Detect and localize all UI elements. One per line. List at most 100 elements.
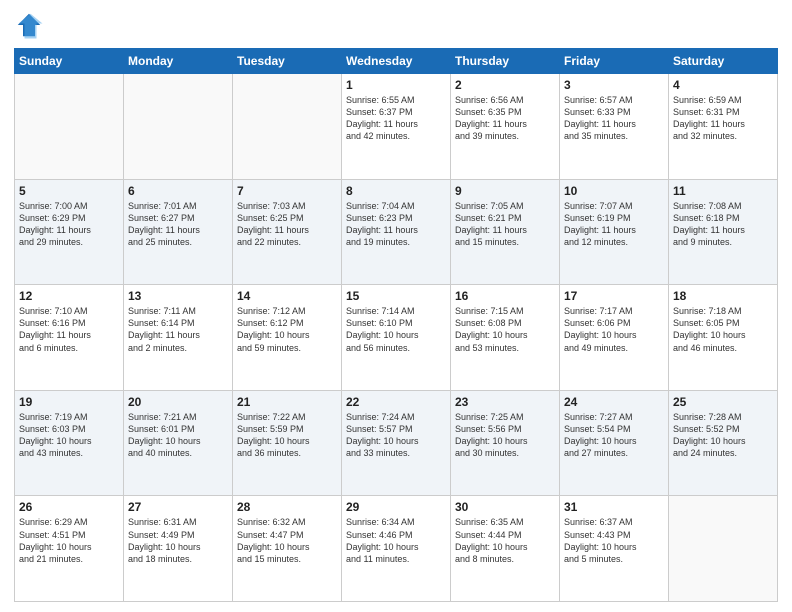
calendar-cell: 22 Sunrise: 7:24 AM Sunset: 5:57 PM Dayli…: [342, 390, 451, 496]
day-info: Sunrise: 7:03 AM Sunset: 6:25 PM Dayligh…: [237, 200, 337, 249]
day-info: Sunrise: 7:27 AM Sunset: 5:54 PM Dayligh…: [564, 411, 664, 460]
calendar-cell: 18 Sunrise: 7:18 AM Sunset: 6:05 PM Dayli…: [669, 285, 778, 391]
calendar-cell: 10 Sunrise: 7:07 AM Sunset: 6:19 PM Dayli…: [560, 179, 669, 285]
calendar-cell: 30 Sunrise: 6:35 AM Sunset: 4:44 PM Dayli…: [451, 496, 560, 602]
day-info: Sunrise: 6:56 AM Sunset: 6:35 PM Dayligh…: [455, 94, 555, 143]
day-info: Sunrise: 7:05 AM Sunset: 6:21 PM Dayligh…: [455, 200, 555, 249]
calendar-cell: 1 Sunrise: 6:55 AM Sunset: 6:37 PM Daylig…: [342, 74, 451, 180]
calendar-cell: 13 Sunrise: 7:11 AM Sunset: 6:14 PM Dayli…: [124, 285, 233, 391]
calendar-cell: 28 Sunrise: 6:32 AM Sunset: 4:47 PM Dayli…: [233, 496, 342, 602]
weekday-header-monday: Monday: [124, 49, 233, 74]
calendar-cell: 25 Sunrise: 7:28 AM Sunset: 5:52 PM Dayli…: [669, 390, 778, 496]
day-number: 14: [237, 289, 337, 303]
logo-icon: [14, 10, 44, 40]
weekday-header-thursday: Thursday: [451, 49, 560, 74]
day-number: 28: [237, 500, 337, 514]
day-info: Sunrise: 6:31 AM Sunset: 4:49 PM Dayligh…: [128, 516, 228, 565]
calendar-cell: 16 Sunrise: 7:15 AM Sunset: 6:08 PM Dayli…: [451, 285, 560, 391]
day-info: Sunrise: 7:15 AM Sunset: 6:08 PM Dayligh…: [455, 305, 555, 354]
calendar-cell: 12Sunrise: 7:10 AM Sunset: 6:16 PM Dayli…: [15, 285, 124, 391]
day-number: 1: [346, 78, 446, 92]
calendar-week-row: 19 Sunrise: 7:19 AM Sunset: 6:03 PM Dayli…: [15, 390, 778, 496]
day-number: 13: [128, 289, 228, 303]
day-number: 22: [346, 395, 446, 409]
calendar-cell: [669, 496, 778, 602]
day-info: Sunrise: 7:18 AM Sunset: 6:05 PM Dayligh…: [673, 305, 773, 354]
calendar-cell: 11 Sunrise: 7:08 AM Sunset: 6:18 PM Dayli…: [669, 179, 778, 285]
calendar-cell: 2Sunrise: 6:56 AM Sunset: 6:35 PM Daylig…: [451, 74, 560, 180]
calendar-cell: [233, 74, 342, 180]
day-number: 25: [673, 395, 773, 409]
day-info: Sunrise: 6:55 AM Sunset: 6:37 PM Dayligh…: [346, 94, 446, 143]
calendar-cell: 5 Sunrise: 7:00 AM Sunset: 6:29 PM Daylig…: [15, 179, 124, 285]
day-number: 10: [564, 184, 664, 198]
day-info: Sunrise: 6:59 AM Sunset: 6:31 PM Dayligh…: [673, 94, 773, 143]
day-info: Sunrise: 6:35 AM Sunset: 4:44 PM Dayligh…: [455, 516, 555, 565]
day-info: Sunrise: 6:37 AM Sunset: 4:43 PM Dayligh…: [564, 516, 664, 565]
calendar-week-row: 26Sunrise: 6:29 AM Sunset: 4:51 PM Dayli…: [15, 496, 778, 602]
day-info: Sunrise: 7:17 AM Sunset: 6:06 PM Dayligh…: [564, 305, 664, 354]
day-number: 11: [673, 184, 773, 198]
calendar-cell: 14 Sunrise: 7:12 AM Sunset: 6:12 PM Dayli…: [233, 285, 342, 391]
weekday-header-saturday: Saturday: [669, 49, 778, 74]
calendar-cell: 29 Sunrise: 6:34 AM Sunset: 4:46 PM Dayli…: [342, 496, 451, 602]
calendar-cell: 23 Sunrise: 7:25 AM Sunset: 5:56 PM Dayli…: [451, 390, 560, 496]
day-info: Sunrise: 6:29 AM Sunset: 4:51 PM Dayligh…: [19, 516, 119, 565]
calendar-week-row: 1 Sunrise: 6:55 AM Sunset: 6:37 PM Daylig…: [15, 74, 778, 180]
page: SundayMondayTuesdayWednesdayThursdayFrid…: [0, 0, 792, 612]
day-info: Sunrise: 7:28 AM Sunset: 5:52 PM Dayligh…: [673, 411, 773, 460]
weekday-header-wednesday: Wednesday: [342, 49, 451, 74]
day-number: 9: [455, 184, 555, 198]
day-number: 7: [237, 184, 337, 198]
day-number: 6: [128, 184, 228, 198]
day-number: 15: [346, 289, 446, 303]
calendar-cell: 7 Sunrise: 7:03 AM Sunset: 6:25 PM Daylig…: [233, 179, 342, 285]
day-number: 20: [128, 395, 228, 409]
day-info: Sunrise: 7:24 AM Sunset: 5:57 PM Dayligh…: [346, 411, 446, 460]
day-info: Sunrise: 7:01 AM Sunset: 6:27 PM Dayligh…: [128, 200, 228, 249]
day-info: Sunrise: 6:57 AM Sunset: 6:33 PM Dayligh…: [564, 94, 664, 143]
day-info: Sunrise: 7:11 AM Sunset: 6:14 PM Dayligh…: [128, 305, 228, 354]
day-number: 29: [346, 500, 446, 514]
day-info: Sunrise: 7:22 AM Sunset: 5:59 PM Dayligh…: [237, 411, 337, 460]
calendar-cell: 15 Sunrise: 7:14 AM Sunset: 6:10 PM Dayli…: [342, 285, 451, 391]
calendar-cell: 3 Sunrise: 6:57 AM Sunset: 6:33 PM Daylig…: [560, 74, 669, 180]
calendar-week-row: 12Sunrise: 7:10 AM Sunset: 6:16 PM Dayli…: [15, 285, 778, 391]
calendar-cell: 24Sunrise: 7:27 AM Sunset: 5:54 PM Dayli…: [560, 390, 669, 496]
calendar-cell: 21Sunrise: 7:22 AM Sunset: 5:59 PM Dayli…: [233, 390, 342, 496]
day-info: Sunrise: 7:19 AM Sunset: 6:03 PM Dayligh…: [19, 411, 119, 460]
calendar-cell: 9 Sunrise: 7:05 AM Sunset: 6:21 PM Daylig…: [451, 179, 560, 285]
calendar-cell: 4 Sunrise: 6:59 AM Sunset: 6:31 PM Daylig…: [669, 74, 778, 180]
day-info: Sunrise: 7:12 AM Sunset: 6:12 PM Dayligh…: [237, 305, 337, 354]
header: [14, 10, 778, 40]
day-info: Sunrise: 7:00 AM Sunset: 6:29 PM Dayligh…: [19, 200, 119, 249]
day-number: 16: [455, 289, 555, 303]
day-info: Sunrise: 7:08 AM Sunset: 6:18 PM Dayligh…: [673, 200, 773, 249]
weekday-header-row: SundayMondayTuesdayWednesdayThursdayFrid…: [15, 49, 778, 74]
calendar-cell: [124, 74, 233, 180]
day-number: 19: [19, 395, 119, 409]
day-number: 8: [346, 184, 446, 198]
weekday-header-sunday: Sunday: [15, 49, 124, 74]
day-info: Sunrise: 6:34 AM Sunset: 4:46 PM Dayligh…: [346, 516, 446, 565]
day-number: 31: [564, 500, 664, 514]
day-number: 5: [19, 184, 119, 198]
day-number: 23: [455, 395, 555, 409]
day-info: Sunrise: 6:32 AM Sunset: 4:47 PM Dayligh…: [237, 516, 337, 565]
day-info: Sunrise: 7:25 AM Sunset: 5:56 PM Dayligh…: [455, 411, 555, 460]
calendar-cell: 19 Sunrise: 7:19 AM Sunset: 6:03 PM Dayli…: [15, 390, 124, 496]
calendar-table: SundayMondayTuesdayWednesdayThursdayFrid…: [14, 48, 778, 602]
day-number: 18: [673, 289, 773, 303]
day-number: 17: [564, 289, 664, 303]
day-info: Sunrise: 7:10 AM Sunset: 6:16 PM Dayligh…: [19, 305, 119, 354]
day-info: Sunrise: 7:14 AM Sunset: 6:10 PM Dayligh…: [346, 305, 446, 354]
weekday-header-tuesday: Tuesday: [233, 49, 342, 74]
calendar-cell: 17 Sunrise: 7:17 AM Sunset: 6:06 PM Dayli…: [560, 285, 669, 391]
calendar-week-row: 5 Sunrise: 7:00 AM Sunset: 6:29 PM Daylig…: [15, 179, 778, 285]
day-info: Sunrise: 7:07 AM Sunset: 6:19 PM Dayligh…: [564, 200, 664, 249]
day-number: 3: [564, 78, 664, 92]
day-number: 30: [455, 500, 555, 514]
day-number: 4: [673, 78, 773, 92]
logo: [14, 10, 47, 40]
calendar-cell: 27Sunrise: 6:31 AM Sunset: 4:49 PM Dayli…: [124, 496, 233, 602]
